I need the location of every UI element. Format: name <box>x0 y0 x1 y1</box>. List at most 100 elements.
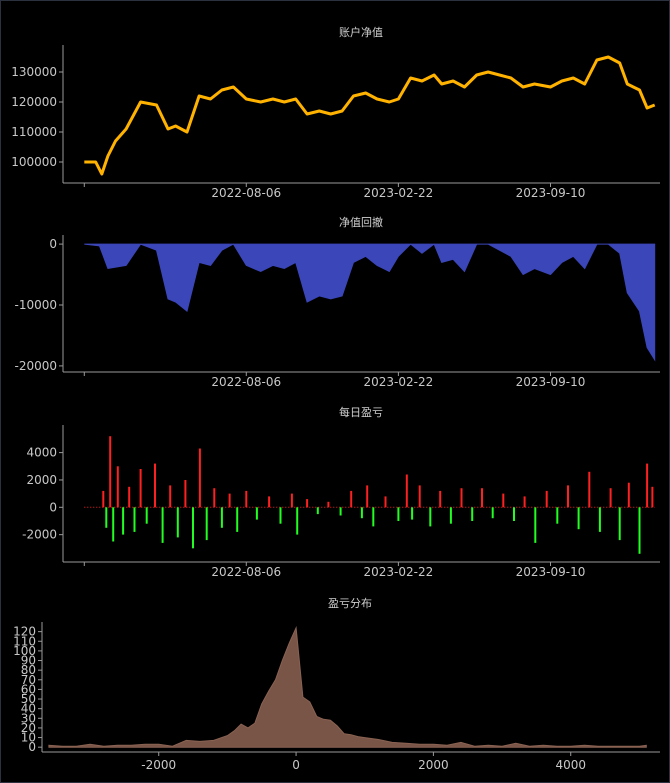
equity-line <box>84 55 656 176</box>
y-tick-label: 130000 <box>11 65 57 79</box>
pnl-bar <box>502 493 505 508</box>
pnl-bar <box>372 507 375 527</box>
pnl-bar <box>471 507 474 521</box>
pnl-distribution-chart: 盈亏分布 -2000 0 2000 4000010203040506070809010… <box>13 597 660 772</box>
daily-pnl-chart: 每日盈亏 2022-08-06 2023-02-22 2023-09-10 4000 2… <box>22 405 660 579</box>
pnl-bar <box>213 488 216 508</box>
pnl-bar <box>128 486 131 508</box>
y-tick-label: -2000 <box>22 528 57 542</box>
y-tick-label: 120 <box>13 625 36 639</box>
distribution-area <box>48 625 647 748</box>
pnl-bar <box>145 507 148 524</box>
equity-chart: 账户净值 2022-08-06 2023-02-22 2023-09-10 10000… <box>11 25 660 200</box>
pnl-bar <box>109 436 112 508</box>
drawdown-chart-title: 净值回撤 <box>339 215 383 229</box>
pnl-bar <box>513 507 515 521</box>
y-tick-label: 0 <box>49 237 57 251</box>
x-tick-label: 0 <box>292 758 300 772</box>
pnl-bar <box>577 507 580 530</box>
pnl-bar <box>279 507 282 524</box>
drawdown-chart: 净值回撤 2022-08-06 2023-02-22 2023-09-10 0 -100… <box>14 215 660 389</box>
x-tick-label: 2023-09-10 <box>516 186 586 200</box>
pnl-bar <box>405 474 408 508</box>
pnl-bar <box>609 488 612 508</box>
pnl-bar <box>429 507 432 527</box>
x-tick-label: 2023-02-22 <box>364 565 434 579</box>
pnl-bar <box>255 507 258 520</box>
pnl-bar <box>523 496 526 508</box>
pnl-bar <box>306 499 309 508</box>
pnl-bar <box>105 507 108 528</box>
pnl-bar <box>350 490 353 508</box>
pnl-bar <box>646 463 649 508</box>
x-tick-label: 2023-02-22 <box>364 375 434 389</box>
y-tick-label: 120000 <box>11 95 57 109</box>
pnl-bar <box>228 493 231 508</box>
pnl-bar <box>161 507 164 543</box>
pnl-bar <box>176 507 179 538</box>
equity-chart-title: 账户净值 <box>339 25 383 39</box>
pnl-bar <box>102 490 105 508</box>
pnl-bar <box>567 485 569 508</box>
pnl-bar <box>534 507 537 543</box>
pnl-bar <box>192 507 194 549</box>
pnl-bar <box>439 490 442 508</box>
pnl-bar <box>296 507 299 535</box>
pnl-bar <box>327 501 330 508</box>
pnl-bar <box>236 507 239 532</box>
pnl-bar <box>198 448 201 508</box>
x-tick-label: -2000 <box>141 758 176 772</box>
pnl-bar <box>339 507 342 516</box>
pnl-bar <box>449 507 452 524</box>
pnl-bar <box>491 507 494 519</box>
pnl-bar <box>481 488 483 508</box>
pnl-bar <box>220 507 223 528</box>
pnl-bar <box>638 507 641 554</box>
pnl-bar <box>460 488 463 508</box>
x-tick-label: 2023-02-22 <box>364 186 434 200</box>
pnl-bar <box>139 469 142 508</box>
pnl-bar <box>116 466 119 508</box>
pnl-bar <box>588 471 591 508</box>
y-tick-label: 100000 <box>11 155 57 169</box>
pnl-bar <box>154 463 156 508</box>
pnl-bar <box>205 507 208 541</box>
figure-canvas: 账户净值 2022-08-06 2023-02-22 2023-09-10 10000… <box>11 25 660 772</box>
drawdown-area <box>84 243 656 362</box>
pnl-bar <box>651 486 654 508</box>
x-tick-label: 2000 <box>418 758 449 772</box>
pnl-bar <box>556 507 559 524</box>
pnl-bar <box>384 496 387 508</box>
pnl-bar <box>133 507 136 532</box>
y-tick-label: 2000 <box>26 473 57 487</box>
pnl-bar <box>360 507 363 519</box>
x-tick-label: 2022-08-06 <box>211 565 281 579</box>
pnl-bar <box>598 507 601 532</box>
y-tick-label: -20000 <box>14 359 57 373</box>
pnl-bar <box>545 490 548 508</box>
pnl-bar <box>366 485 369 508</box>
pnl-bar <box>184 480 187 508</box>
pnl-bar <box>418 485 421 508</box>
pnl-bar <box>122 507 125 535</box>
pnl-bar <box>112 507 115 542</box>
x-tick-label: 2022-08-06 <box>211 375 281 389</box>
x-tick-label: 2023-09-10 <box>516 565 586 579</box>
x-tick-label: 2022-08-06 <box>211 186 281 200</box>
pnl-bar <box>268 496 271 508</box>
pnl-bar <box>627 482 630 508</box>
pnl-bar <box>397 507 400 521</box>
pnl-bar <box>411 507 414 520</box>
pnl-distribution-chart-title: 盈亏分布 <box>328 597 372 610</box>
pnl-bar <box>290 493 293 508</box>
pnl-bar <box>618 507 621 541</box>
pnl-bar <box>245 490 248 508</box>
x-tick-label: 2023-09-10 <box>516 375 586 389</box>
daily-pnl-chart-title: 每日盈亏 <box>339 405 383 419</box>
y-tick-label: 110000 <box>11 125 57 139</box>
x-tick-label: 4000 <box>555 758 586 772</box>
pnl-bar <box>169 485 172 508</box>
y-tick-label: -10000 <box>14 298 57 312</box>
y-tick-label: 4000 <box>26 446 57 460</box>
pnl-bar <box>316 507 319 515</box>
